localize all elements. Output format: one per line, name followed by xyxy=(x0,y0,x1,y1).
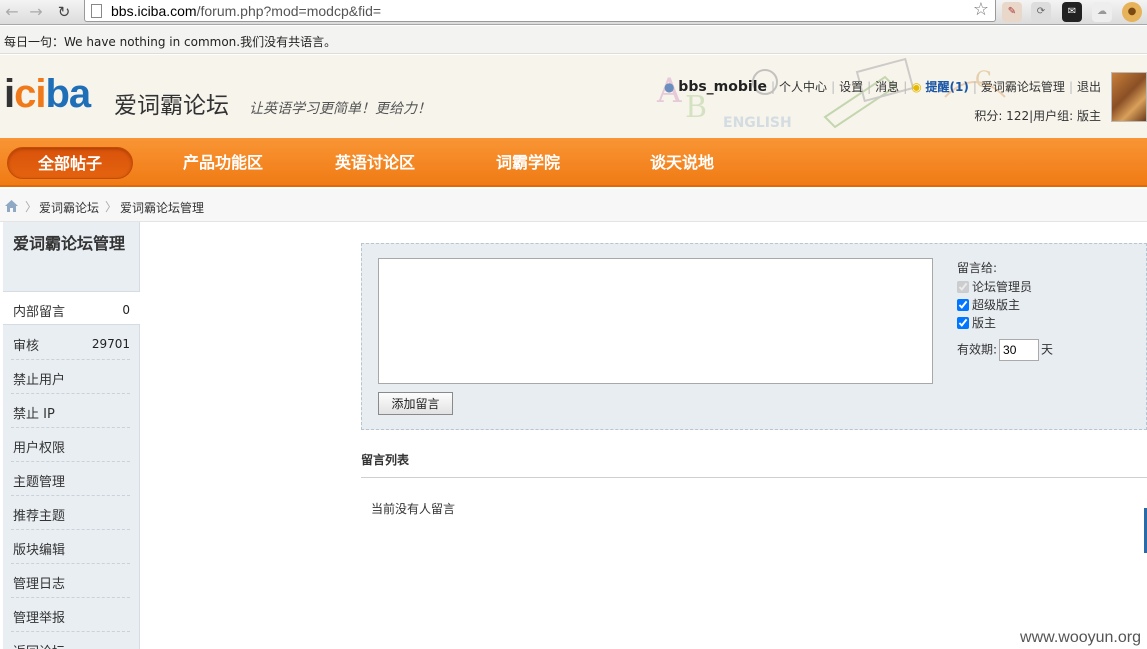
main-nav: 全部帖子 产品功能区 英语讨论区 词霸学院 谈天说地 xyxy=(0,138,1147,187)
tab-product[interactable]: 产品功能区 xyxy=(183,147,263,179)
sidebar-item-count: 0 xyxy=(122,303,130,317)
sidebar-item-ban-user[interactable]: 禁止用户 xyxy=(3,360,140,394)
cloud-icon[interactable]: ☁ xyxy=(1092,2,1112,22)
points-text: 积分: 122 xyxy=(974,109,1030,123)
avatar[interactable] xyxy=(1111,72,1147,122)
reload-icon[interactable]: ↻ xyxy=(54,2,74,22)
message-list-heading: 留言列表 xyxy=(361,453,410,467)
recipient-admin: 论坛管理员 xyxy=(957,278,1053,296)
chevron-right-icon: 〉 xyxy=(105,200,118,214)
url-text[interactable]: bbs.iciba.com/forum.php?mod=modcp&fid= xyxy=(111,3,381,19)
sidebar-item-label: 版块编辑 xyxy=(13,543,66,558)
empty-message-text: 当前没有人留言 xyxy=(371,502,456,516)
svg-text:B: B xyxy=(685,90,707,125)
recipient-label: 论坛管理员 xyxy=(972,280,1033,294)
sidebar-item-label: 禁止 IP xyxy=(13,407,55,422)
sidebar-item-label: 推荐主题 xyxy=(13,509,66,524)
page-icon xyxy=(91,4,102,18)
logo-wordmark: iciba xyxy=(4,72,91,116)
tab-chitchat[interactable]: 谈天说地 xyxy=(650,147,714,179)
sidebar-item-review[interactable]: 审核 29701 xyxy=(3,326,140,360)
sidebar-item-ban-ip[interactable]: 禁止 IP xyxy=(3,394,140,428)
sidebar-item-logs[interactable]: 管理日志 xyxy=(3,564,140,598)
user-bar: ● bbs_mobile | 个人中心 | 设置 | 消息 | ◉ 提醒(1) | 爱词霸论坛管理 |… xyxy=(663,79,1101,95)
username-link[interactable]: bbs_mobile xyxy=(678,79,767,95)
url-path: /forum.php?mod=modcp&fid= xyxy=(196,3,382,19)
sidebar-item-forum-edit[interactable]: 版块编辑 xyxy=(3,530,140,564)
sidebar-title: 爱词霸论坛管理 xyxy=(13,234,126,253)
message-textarea[interactable] xyxy=(378,258,933,384)
sidebar-item-label: 用户权限 xyxy=(13,441,66,456)
logo-cn-text: 爱词霸论坛 xyxy=(114,93,229,119)
messages-link[interactable]: 消息 xyxy=(875,80,899,94)
extension-icon-3[interactable]: ✉ xyxy=(1062,2,1082,22)
recipient-admin-checkbox[interactable] xyxy=(957,281,969,293)
sidebar: 爱词霸论坛管理 内部留言 0 审核 29701 禁止用户 禁止 IP 用户权限 … xyxy=(3,222,140,649)
tab-english-discussion[interactable]: 英语讨论区 xyxy=(335,147,415,179)
sidebar-item-label: 管理举报 xyxy=(13,611,66,626)
sidebar-item-internal-messages[interactable]: 内部留言 0 xyxy=(3,291,140,325)
expire-days-input[interactable] xyxy=(999,339,1040,361)
recipient-super-moderator-checkbox[interactable] xyxy=(957,299,969,311)
divider xyxy=(361,477,1147,478)
url-host: bbs.iciba.com xyxy=(111,3,197,19)
forward-arrow-icon[interactable]: → xyxy=(26,2,46,22)
sidebar-item-label: 内部留言 xyxy=(13,305,66,320)
recipient-label: 超级版主 xyxy=(972,298,1021,312)
bookmark-star-icon[interactable]: ☆ xyxy=(973,0,989,20)
sidebar-item-label: 管理日志 xyxy=(13,577,66,592)
daily-sentence: 每日一句：We have nothing in common.我们没有共语言。 xyxy=(4,35,337,49)
sidebar-item-count: 29701 xyxy=(91,337,130,351)
sidebar-item-back-to-forum[interactable]: 返回论坛 xyxy=(3,632,140,649)
user-icon: ● xyxy=(663,80,675,94)
browser-toolbar: ← → ↻ bbs.iciba.com/forum.php?mod=modcp&… xyxy=(0,0,1147,25)
recipient-label: 版主 xyxy=(972,316,997,330)
chevron-right-icon: 〉 xyxy=(25,200,38,214)
sidebar-item-reports[interactable]: 管理举报 xyxy=(3,598,140,632)
expire-unit: 天 xyxy=(1041,342,1054,357)
sidebar-item-thread-management[interactable]: 主题管理 xyxy=(3,462,140,496)
address-bar[interactable]: bbs.iciba.com/forum.php?mod=modcp&fid= ☆ xyxy=(84,0,996,22)
breadcrumb-forum[interactable]: 爱词霸论坛 xyxy=(39,199,99,216)
home-icon[interactable] xyxy=(5,200,18,212)
sidebar-item-label: 禁止用户 xyxy=(13,373,66,388)
sidebar-item-label: 返回论坛 xyxy=(13,641,65,649)
site-logo[interactable]: iciba 爱词霸论坛 xyxy=(4,72,229,119)
lightbulb-icon: ◉ xyxy=(911,80,922,94)
logout-link[interactable]: 退出 xyxy=(1077,80,1101,94)
sidebar-item-label: 主题管理 xyxy=(13,475,66,490)
extension-icon-2[interactable]: ⟳ xyxy=(1031,2,1051,22)
notice-link[interactable]: 提醒(1) xyxy=(926,80,969,94)
back-arrow-icon[interactable]: ← xyxy=(2,2,22,22)
recipients-label: 留言给: xyxy=(957,261,998,275)
tab-iciba-academy[interactable]: 词霸学院 xyxy=(496,147,560,179)
recipient-super-moderator: 超级版主 xyxy=(957,296,1053,314)
extension-icon-1[interactable]: ✎ xyxy=(1002,2,1022,22)
svg-text:ENGLISH: ENGLISH xyxy=(723,115,792,131)
tab-all-posts[interactable]: 全部帖子 xyxy=(7,147,133,179)
sidebar-item-user-permissions[interactable]: 用户权限 xyxy=(3,428,140,462)
user-center-link[interactable]: 个人中心 xyxy=(779,80,827,94)
recipients-panel: 留言给: 论坛管理员 超级版主 版主 有效期: 天 xyxy=(957,259,1053,361)
message-form: 添加留言 留言给: 论坛管理员 超级版主 版主 有效期: 天 xyxy=(361,243,1147,430)
expire-label: 有效期: xyxy=(957,342,998,357)
daily-sentence-bar: 每日一句：We have nothing in common.我们没有共语言。 xyxy=(0,26,1147,54)
cookie-icon[interactable]: ● xyxy=(1122,2,1142,22)
site-header: iciba 爱词霸论坛 让英语学习更简单！更给力！ A B ENGLISH C … xyxy=(0,55,1147,138)
watermark: www.wooyun.org xyxy=(1020,629,1141,646)
usergroup-text: 用户组: 版主 xyxy=(1033,109,1101,123)
sidebar-item-label: 审核 xyxy=(13,339,40,354)
slogan: 让英语学习更简单！更给力！ xyxy=(249,101,431,117)
forum-admin-link[interactable]: 爱词霸论坛管理 xyxy=(981,80,1065,94)
breadcrumb-admin[interactable]: 爱词霸论坛管理 xyxy=(120,199,204,216)
recipient-moderator-checkbox[interactable] xyxy=(957,317,969,329)
expire-row: 有效期: 天 xyxy=(957,339,1053,361)
add-message-button[interactable]: 添加留言 xyxy=(378,392,453,415)
settings-link[interactable]: 设置 xyxy=(839,80,863,94)
user-stats: 积分: 122|用户组: 版主 xyxy=(974,109,1101,123)
recipient-moderator: 版主 xyxy=(957,314,1053,332)
sidebar-item-recommend[interactable]: 推荐主题 xyxy=(3,496,140,530)
breadcrumb: 〉 爱词霸论坛 〉 爱词霸论坛管理 xyxy=(0,189,1147,222)
